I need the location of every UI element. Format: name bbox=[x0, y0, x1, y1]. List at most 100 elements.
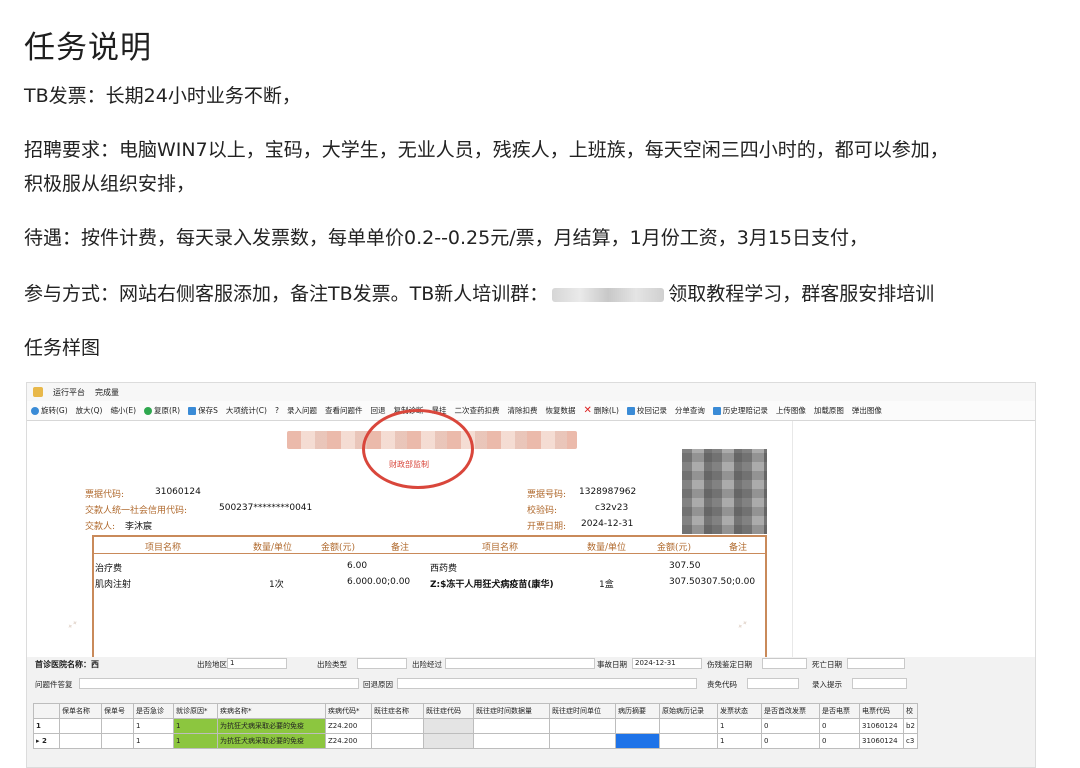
toolbar-save-button[interactable]: 保存S bbox=[188, 405, 218, 416]
check-code-label: 校验码: bbox=[527, 506, 558, 516]
item1-name-2: 西药费 bbox=[430, 564, 458, 574]
grid-header: 电票代码 bbox=[859, 703, 904, 719]
grid-cell[interactable] bbox=[549, 718, 616, 734]
grid-header: 是否首改发票 bbox=[761, 703, 820, 719]
menu-item-platform[interactable]: 运行平台 bbox=[53, 387, 85, 398]
grid-cell[interactable] bbox=[659, 718, 718, 734]
toolbar-recheck-button[interactable]: 二次查药扣费 bbox=[454, 405, 499, 416]
grid-cell[interactable]: 0 bbox=[761, 718, 820, 734]
table-row[interactable]: ▸ 2 1 1 为抗狂犬病采取必要的免疫 Z24.200 1 0 0 31060… bbox=[33, 733, 918, 749]
grid-cell[interactable] bbox=[371, 733, 424, 749]
incident-detail-label: 出险经过 bbox=[412, 660, 442, 669]
grid-cell[interactable] bbox=[59, 718, 102, 734]
accident-date-input[interactable]: 2024-12-31 bbox=[632, 658, 702, 669]
disability-date-input[interactable] bbox=[762, 658, 807, 669]
app-menubar: 运行平台 完成量 bbox=[27, 383, 1035, 401]
toolbar-stats-button[interactable]: 大项统计(C) bbox=[226, 405, 267, 416]
grid-cell[interactable]: 1 bbox=[173, 718, 218, 734]
toolbar-help-button[interactable]: ? bbox=[275, 406, 279, 415]
grid-cell[interactable] bbox=[371, 718, 424, 734]
grid-header: 是否电票 bbox=[819, 703, 860, 719]
rollback-reason-input[interactable] bbox=[397, 678, 697, 689]
toolbar-zoom-in-button[interactable]: 放大(Q) bbox=[76, 405, 103, 416]
toolbar-history-button[interactable]: 历史理赔记录 bbox=[712, 405, 768, 416]
entry-hint-input[interactable] bbox=[852, 678, 907, 689]
incident-detail-input[interactable] bbox=[445, 658, 595, 669]
death-date-label: 死亡日期 bbox=[812, 660, 842, 669]
header-note-2: 备注 bbox=[729, 543, 748, 553]
toolbar-restore-button[interactable]: 恢复数据 bbox=[545, 405, 575, 416]
toolbar-rollback-button[interactable]: 回退 bbox=[370, 405, 385, 416]
grid-header: 是否急诊 bbox=[133, 703, 174, 719]
grid-cell[interactable]: 1 bbox=[717, 718, 762, 734]
grid-cell[interactable] bbox=[659, 733, 718, 749]
grid-cell[interactable] bbox=[549, 733, 616, 749]
bill-no-value: 1328987962 bbox=[579, 487, 637, 497]
watermark: ✦✦ bbox=[65, 618, 80, 632]
toolbar-load-image-button[interactable]: 加载原图 bbox=[814, 405, 844, 416]
grid-cell[interactable] bbox=[423, 733, 474, 749]
toolbar-enter-issue-button[interactable]: 录入问题 bbox=[287, 405, 317, 416]
toolbar-upload-button[interactable]: 上传图像 bbox=[776, 405, 806, 416]
row-number: ▸ 2 bbox=[33, 733, 60, 749]
sample-heading: 任务样图 bbox=[24, 337, 101, 359]
grid-cell[interactable]: 1 bbox=[133, 733, 174, 749]
grid-cell[interactable]: Z24.200 bbox=[325, 718, 372, 734]
grid-cell[interactable]: c3 bbox=[903, 733, 918, 749]
death-date-input[interactable] bbox=[847, 658, 905, 669]
toolbar-clear-button[interactable]: 清除扣费 bbox=[507, 405, 537, 416]
grid-cell[interactable]: 为抗狂犬病采取必要的免疫 bbox=[217, 733, 326, 749]
grid-cell[interactable] bbox=[473, 718, 550, 734]
region-input[interactable]: 1 bbox=[227, 658, 287, 669]
grid-cell[interactable] bbox=[615, 718, 660, 734]
left-margin bbox=[27, 421, 57, 657]
grid-cell[interactable]: 0 bbox=[819, 718, 860, 734]
grid-cell[interactable]: 为抗狂犬病采取必要的免疫 bbox=[217, 718, 326, 734]
grid-header: 校 bbox=[903, 703, 918, 719]
toolbar-delete-button[interactable]: ✕ 删除(L) bbox=[583, 405, 618, 416]
incident-type-input[interactable] bbox=[357, 658, 407, 669]
grid-cell[interactable] bbox=[101, 718, 134, 734]
bill-code-value: 31060124 bbox=[155, 487, 201, 497]
grid-header bbox=[33, 703, 60, 719]
image-side-panel bbox=[792, 421, 1035, 657]
grid-header: 发票状态 bbox=[717, 703, 762, 719]
toolbar-popup-image-button[interactable]: 弹出图像 bbox=[852, 405, 882, 416]
grid-cell[interactable] bbox=[59, 733, 102, 749]
grid-cell-selected[interactable] bbox=[615, 733, 660, 749]
grid-header: 既往症代码 bbox=[423, 703, 474, 719]
grid-cell[interactable]: 31060124 bbox=[859, 718, 904, 734]
grid-cell[interactable] bbox=[423, 718, 474, 734]
paragraph-requirements-line1: 招聘要求：电脑WIN7以上，宝码，大学生，无业人员，残疾人，上班族，每天空闲三四… bbox=[24, 139, 949, 161]
grid-cell[interactable]: 31060124 bbox=[859, 733, 904, 749]
table-row[interactable]: 1 1 1 为抗狂犬病采取必要的免疫 Z24.200 1 0 0 3106012… bbox=[33, 718, 918, 734]
payer-id-value: 500237********0041 bbox=[219, 503, 313, 513]
header-note: 备注 bbox=[391, 543, 410, 553]
blurred-group-number bbox=[552, 287, 665, 302]
toolbar-reset-button[interactable]: 复原(R) bbox=[144, 405, 180, 416]
grid-cell[interactable] bbox=[101, 733, 134, 749]
grid-cell[interactable]: 1 bbox=[173, 733, 218, 749]
menu-item-completed[interactable]: 完成量 bbox=[95, 387, 119, 398]
grid-cell[interactable]: 0 bbox=[819, 733, 860, 749]
toolbar-return-record-button[interactable]: 校回记录 bbox=[626, 405, 667, 416]
grid-cell[interactable]: 1 bbox=[133, 718, 174, 734]
grid-cell[interactable]: 1 bbox=[717, 733, 762, 749]
toolbar-rotate-button[interactable]: 旋转(G) bbox=[31, 405, 68, 416]
grid-cell[interactable]: b2 bbox=[903, 718, 918, 734]
rotate-icon bbox=[31, 406, 39, 415]
issue-reply-input[interactable] bbox=[79, 678, 359, 689]
exemption-code-input[interactable] bbox=[747, 678, 799, 689]
grid-cell[interactable]: Z24.200 bbox=[325, 733, 372, 749]
toolbar-view-issues-button[interactable]: 查看问题件 bbox=[325, 405, 363, 416]
grid-cell[interactable]: 0 bbox=[761, 733, 820, 749]
grid-header: 既往症名称 bbox=[371, 703, 424, 719]
join-text-after: 领取教程学习，群客服安排培训 bbox=[668, 283, 935, 305]
toolbar-query-button[interactable]: 分单查询 bbox=[675, 405, 705, 416]
issue-reply-label: 问题件答复 bbox=[35, 680, 73, 689]
grid-cell[interactable] bbox=[473, 733, 550, 749]
incident-type-label: 出险类型 bbox=[317, 660, 347, 669]
exemption-code-label: 责免代码 bbox=[707, 680, 737, 689]
grid-header: 保单号 bbox=[101, 703, 134, 719]
toolbar-zoom-out-button[interactable]: 缩小(E) bbox=[110, 405, 136, 416]
